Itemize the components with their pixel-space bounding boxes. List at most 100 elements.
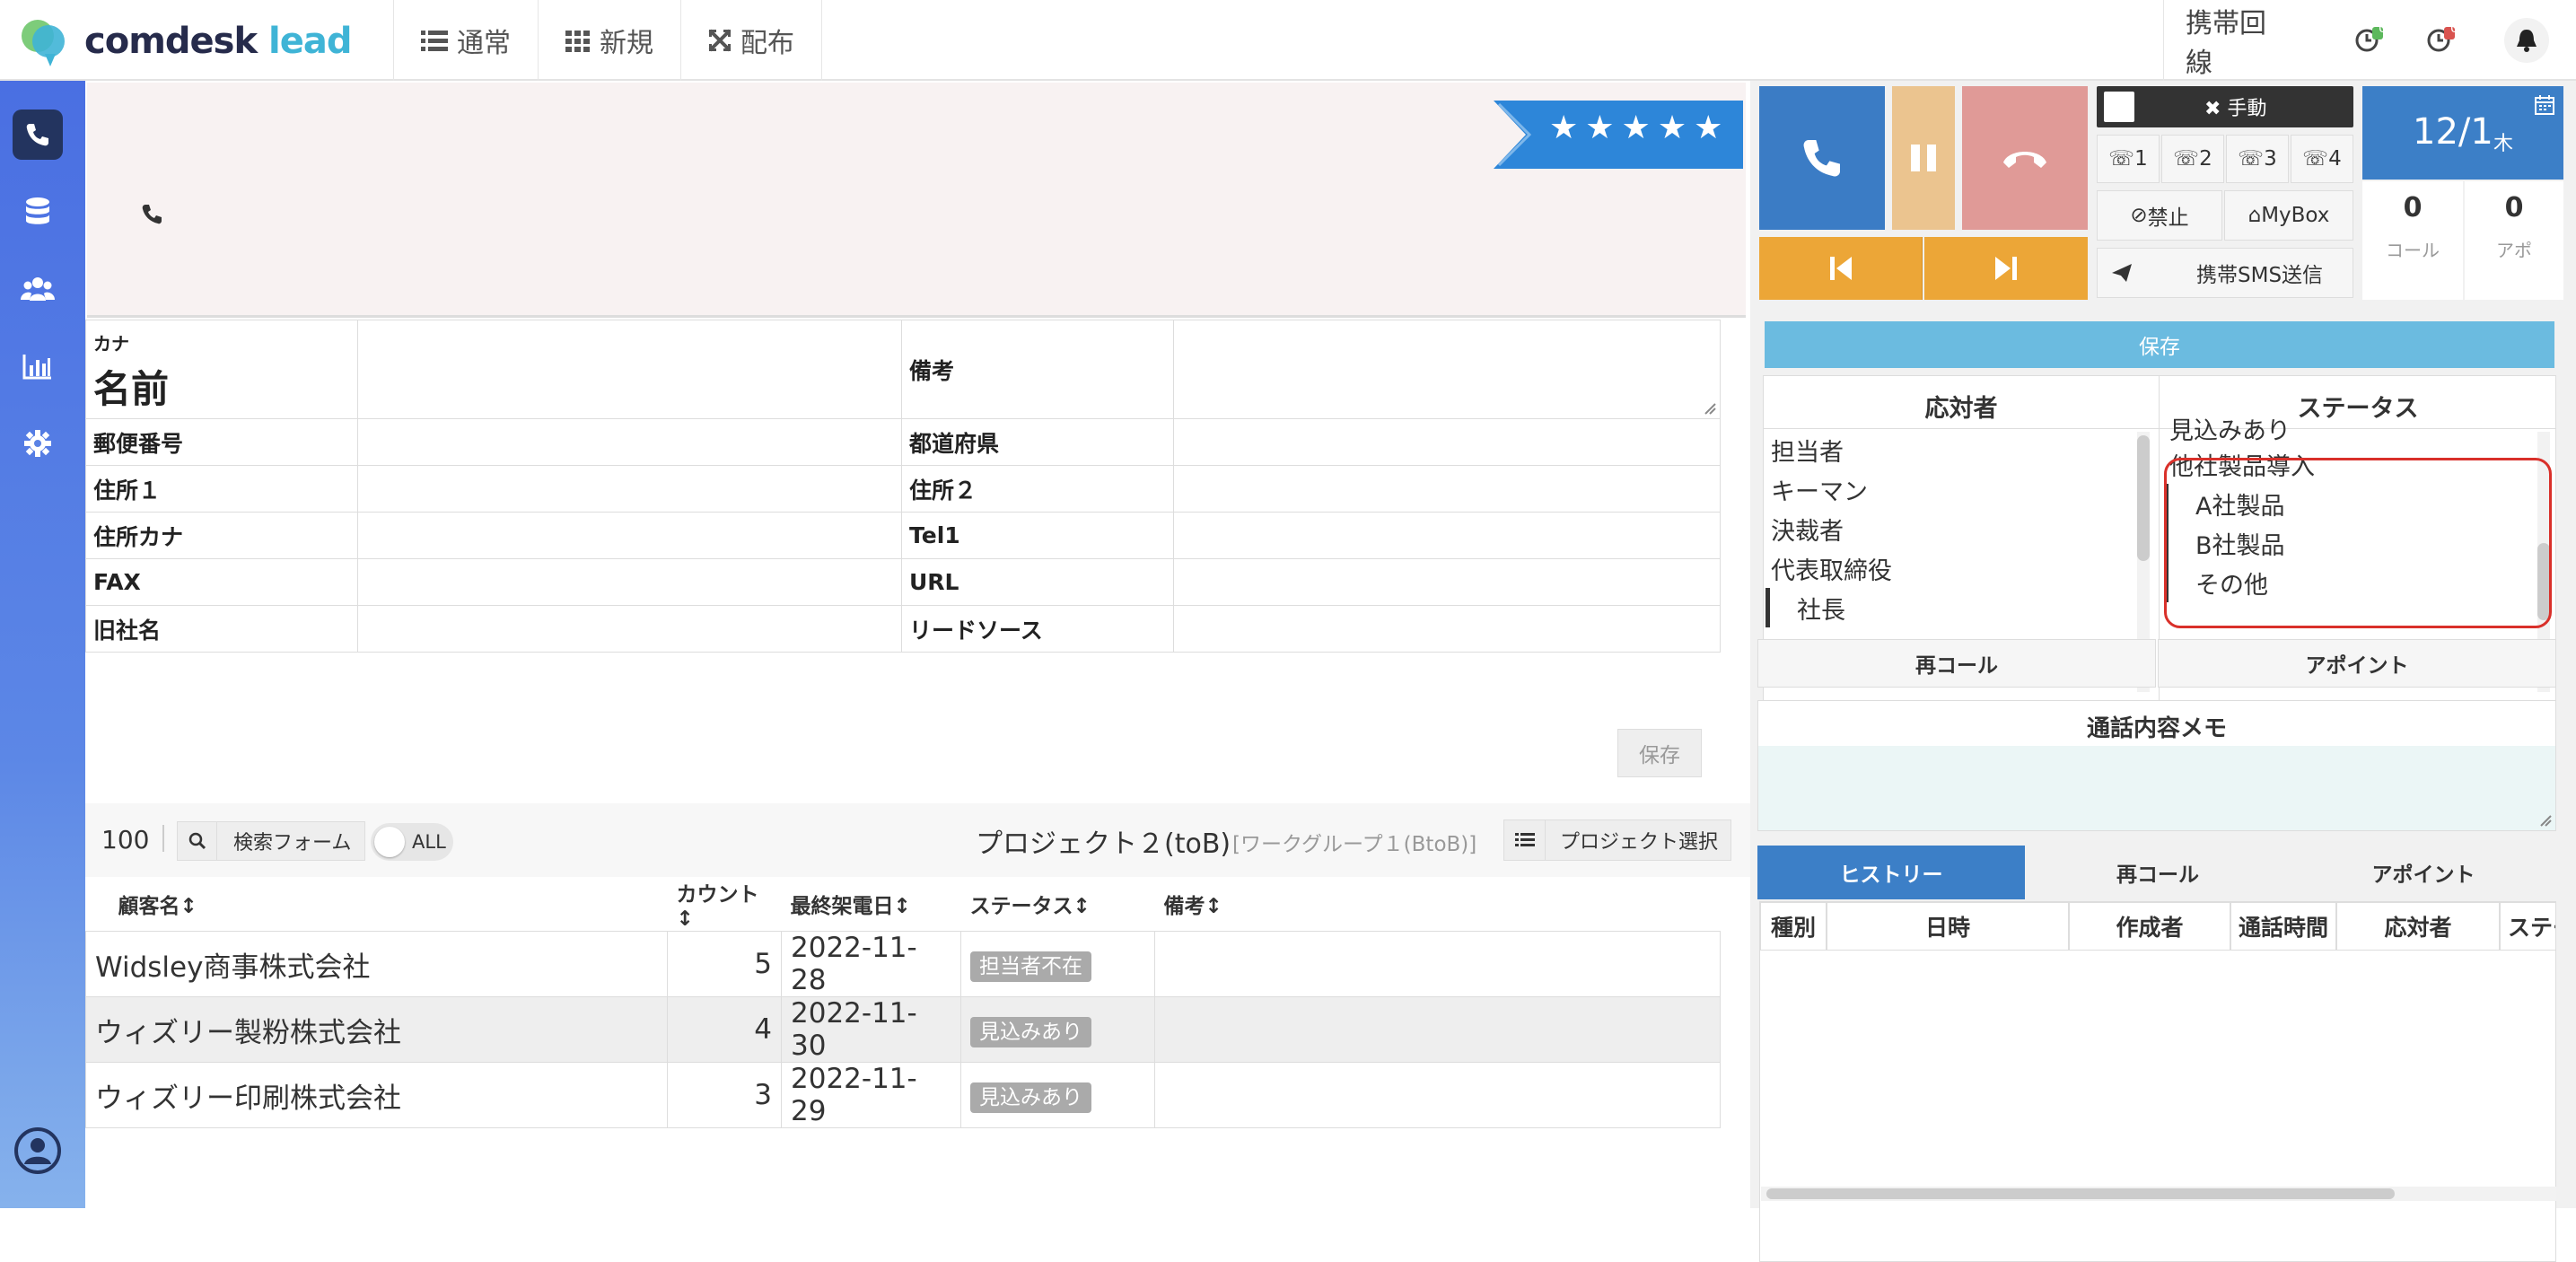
respondent-list[interactable]: 担当者 キーマン 決裁者 代表取締役 社長 bbox=[1766, 430, 2148, 627]
respondent-item[interactable]: 代表取締役 bbox=[1771, 548, 2148, 588]
expand-icon bbox=[708, 29, 732, 52]
remarks-textarea[interactable] bbox=[1173, 320, 1721, 419]
gear-icon bbox=[24, 430, 51, 457]
line-3-label: 3 bbox=[2264, 147, 2277, 171]
status-badge: 見込みあり bbox=[970, 1017, 1091, 1047]
hold-button[interactable] bbox=[1892, 86, 1955, 230]
ban-icon: ⊘ bbox=[2130, 204, 2148, 227]
url-input[interactable] bbox=[1173, 558, 1721, 606]
rating-ribbon[interactable]: ★★★★★ bbox=[1494, 101, 1743, 169]
tab-history[interactable]: ヒストリー bbox=[1757, 846, 2025, 899]
all-toggle[interactable]: ALL bbox=[371, 823, 453, 861]
next-button[interactable] bbox=[1924, 237, 2088, 300]
search-form-button[interactable]: 検索フォーム bbox=[177, 821, 365, 861]
call-button[interactable] bbox=[1759, 86, 1885, 230]
table-row[interactable]: ウィズリー印刷株式会社 3 2022-11-29 見込みあり bbox=[85, 1062, 1721, 1128]
line-2-button[interactable]: ☏ 2 bbox=[2161, 135, 2224, 183]
addr1-input[interactable] bbox=[357, 465, 902, 513]
col-status[interactable]: ステータス↕ bbox=[960, 877, 1155, 932]
timer-button-2[interactable]: 0 bbox=[2405, 0, 2477, 81]
nav-new-label: 新規 bbox=[600, 28, 653, 59]
list-icon bbox=[421, 31, 448, 51]
nav-new[interactable]: 新規 bbox=[538, 0, 680, 81]
addrkana-input[interactable] bbox=[357, 512, 902, 559]
list-toolbar: 100 検索フォーム ALL プロジェクト２(toB) [ワークグループ１(Bt… bbox=[85, 803, 1750, 877]
sidebar-settings[interactable] bbox=[13, 418, 63, 469]
search-icon-box bbox=[178, 822, 217, 860]
scroll-thumb[interactable] bbox=[1766, 1188, 2395, 1199]
cell-note bbox=[1154, 1062, 1721, 1128]
tel1-input[interactable] bbox=[1173, 512, 1721, 559]
result-save-button[interactable]: 保存 bbox=[1765, 321, 2554, 368]
respondent-item[interactable]: キーマン bbox=[1771, 469, 2148, 509]
history-col-respondent: 応対者 bbox=[2336, 902, 2500, 951]
tab-recall[interactable]: 再コール bbox=[2025, 846, 2291, 899]
respondent-item[interactable]: 担当者 bbox=[1771, 430, 2148, 469]
respondent-item[interactable]: 決裁者 bbox=[1771, 509, 2148, 548]
addr2-input[interactable] bbox=[1173, 465, 1721, 513]
pref-input[interactable] bbox=[1173, 418, 1721, 466]
nav-distribute[interactable]: 配布 bbox=[680, 0, 822, 81]
line-4-button[interactable]: ☏ 4 bbox=[2291, 135, 2353, 183]
calendar-icon[interactable] bbox=[2535, 95, 2554, 115]
history-col-duration: 通話時間 bbox=[2230, 902, 2336, 951]
name-input[interactable] bbox=[357, 320, 902, 419]
notification-button[interactable] bbox=[2504, 0, 2549, 81]
sidebar-database[interactable] bbox=[13, 187, 63, 237]
prev-button[interactable] bbox=[1759, 237, 1923, 300]
sidebar-profile[interactable] bbox=[13, 1126, 63, 1176]
mobile-line-toggle[interactable]: 携帯回線 bbox=[2163, 0, 2289, 81]
divider bbox=[162, 825, 164, 852]
col-last-call[interactable]: 最終架電日↕ bbox=[781, 877, 961, 932]
recall-button[interactable]: 再コール bbox=[1757, 639, 2156, 688]
history-hscrollbar[interactable] bbox=[1761, 1187, 2556, 1201]
memo-textarea[interactable] bbox=[1758, 746, 2555, 830]
cell-count: 5 bbox=[667, 931, 782, 997]
customer-save-button[interactable]: 保存 bbox=[1617, 729, 1702, 777]
manual-mode-toggle[interactable]: ✖ 手動 bbox=[2097, 86, 2353, 127]
line-1-button[interactable]: ☏ 1 bbox=[2097, 135, 2160, 183]
addrkana-label: 住所カナ bbox=[85, 512, 358, 559]
manual-text: 手動 bbox=[2227, 98, 2267, 120]
hangup-button[interactable] bbox=[1962, 86, 2088, 230]
manual-label: ✖ 手動 bbox=[2204, 98, 2267, 120]
fax-input[interactable] bbox=[357, 558, 902, 606]
sidebar-phone[interactable] bbox=[13, 110, 63, 160]
oldname-input[interactable] bbox=[357, 605, 902, 653]
cell-name: ウィズリー製粉株式会社 bbox=[85, 996, 668, 1063]
tab-appoint[interactable]: アポイント bbox=[2291, 846, 2556, 899]
sidebar-users[interactable] bbox=[13, 264, 63, 314]
timer-button-1[interactable]: 0 bbox=[2334, 0, 2405, 81]
zip-input[interactable] bbox=[357, 418, 902, 466]
table-row[interactable]: ウィズリー製粉株式会社 4 2022-11-30 見込みあり bbox=[85, 996, 1721, 1063]
line-3-button[interactable]: ☏ 3 bbox=[2226, 135, 2289, 183]
manual-checkbox[interactable] bbox=[2104, 92, 2134, 122]
mybox-button[interactable]: ⌂ MyBox bbox=[2224, 190, 2353, 241]
scroll-thumb[interactable] bbox=[2137, 435, 2150, 561]
pause-icon bbox=[1911, 145, 1936, 171]
respondent-item[interactable]: 社長 bbox=[1766, 588, 2148, 627]
phone-icon bbox=[142, 205, 162, 224]
date-day: 木 bbox=[2493, 133, 2514, 155]
sidebar-reports[interactable] bbox=[13, 341, 63, 391]
fax-label: FAX bbox=[85, 558, 358, 606]
table-row[interactable]: Widsley商事株式会社 5 2022-11-28 担当者不在 bbox=[85, 931, 1721, 997]
addr2-label: 住所２ bbox=[901, 465, 1174, 513]
nav-normal-label: 通常 bbox=[457, 28, 511, 59]
col-count[interactable]: カウント↕ bbox=[667, 877, 782, 932]
col-notes[interactable]: 備考↕ bbox=[1154, 877, 1721, 932]
project-select-button[interactable]: プロジェクト選択 bbox=[1503, 819, 1731, 861]
ban-button[interactable]: ⊘ 禁止 bbox=[2097, 190, 2222, 241]
respondent-title: 応対者 bbox=[1924, 395, 1998, 423]
col-customer-name[interactable]: 顧客名↕ bbox=[85, 877, 668, 932]
status-item[interactable]: 見込みあり bbox=[2169, 412, 2546, 445]
sms-label: 携帯SMS送信 bbox=[2196, 264, 2324, 287]
name-cell: カナ 名前 bbox=[85, 320, 358, 419]
nav-normal[interactable]: 通常 bbox=[393, 0, 538, 81]
sms-button[interactable]: 携帯SMS送信 bbox=[2097, 248, 2353, 298]
app-logo[interactable]: comdesk lead bbox=[18, 14, 352, 68]
appoint-button[interactable]: アポイント bbox=[2158, 639, 2556, 688]
leadsource-input[interactable] bbox=[1173, 605, 1721, 653]
resize-handle-icon[interactable] bbox=[1704, 402, 1716, 415]
resize-handle-icon[interactable] bbox=[2539, 814, 2552, 827]
